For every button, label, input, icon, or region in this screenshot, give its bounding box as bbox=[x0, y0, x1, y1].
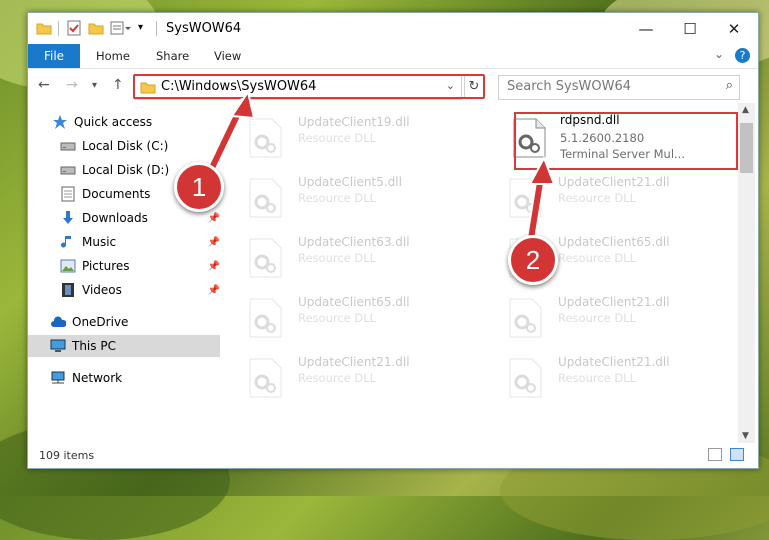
step-2-badge: 2 bbox=[508, 235, 558, 285]
step-1-badge: 1 bbox=[174, 162, 224, 212]
annotation-arrows bbox=[205, 89, 556, 250]
